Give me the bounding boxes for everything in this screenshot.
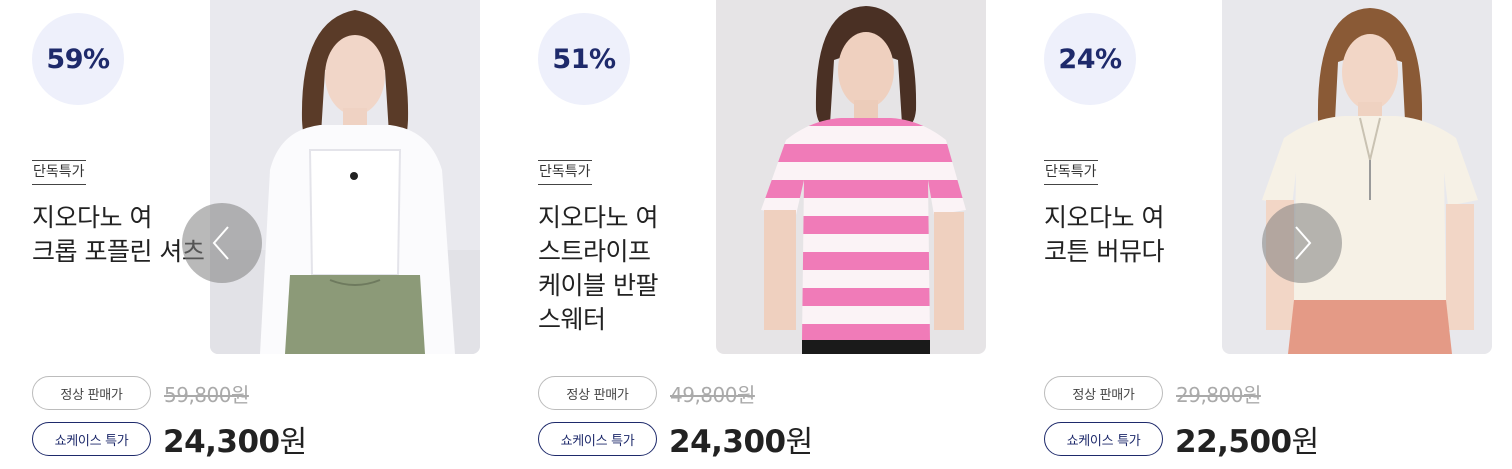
sale-price: 24,300원 (669, 417, 813, 461)
exclusive-tag: 단독특가 (538, 160, 592, 185)
sale-price-value: 24,300 (669, 424, 786, 460)
product-title-line: 지오다노 여 (538, 203, 658, 232)
sale-price-value: 24,300 (163, 424, 280, 460)
product-image[interactable] (716, 0, 986, 354)
special-price-row: 쇼케이스 특가 24,300원 (538, 422, 813, 460)
special-price-label: 쇼케이스 특가 (32, 422, 151, 456)
sale-price-value: 22,500 (1175, 424, 1292, 460)
sale-price: 22,500원 (1175, 417, 1319, 461)
special-price-row: 쇼케이스 특가 22,500원 (1044, 422, 1319, 460)
product-title[interactable]: 지오다노 여 스트라이프 케이블 반팔 스웨터 (538, 201, 728, 337)
regular-price-row: 정상 판매가 49,800원 (538, 376, 755, 410)
special-price-label: 쇼케이스 특가 (1044, 422, 1163, 456)
carousel-next-button[interactable] (1262, 203, 1342, 283)
sale-price: 24,300원 (163, 417, 307, 461)
regular-price-label: 정상 판매가 (538, 376, 657, 410)
discount-badge: 59% (32, 13, 124, 105)
regular-price: 59,800원 (164, 382, 249, 407)
product-title[interactable]: 지오다노 여 코튼 버뮤다 (1044, 201, 1234, 269)
product-title-line: 케이블 반팔 (538, 271, 658, 300)
product-title-line: 지오다노 여 (1044, 203, 1164, 232)
regular-price: 29,800원 (1176, 382, 1261, 407)
product-title-line: 스웨터 (538, 305, 606, 334)
product-card[interactable]: 59% 단독특가 지오다노 여 크롭 포플린 셔츠 정상 판매가 59,800원… (32, 0, 492, 469)
currency-unit: 원 (279, 425, 308, 460)
exclusive-tag: 단독특가 (32, 160, 86, 185)
regular-price-row: 정상 판매가 59,800원 (32, 376, 249, 410)
regular-price: 49,800원 (670, 382, 755, 407)
discount-badge: 24% (1044, 13, 1136, 105)
special-price-label: 쇼케이스 특가 (538, 422, 657, 456)
product-title-line: 스트라이프 (538, 237, 651, 266)
regular-price-label: 정상 판매가 (32, 376, 151, 410)
product-carousel: 59% 단독특가 지오다노 여 크롭 포플린 셔츠 정상 판매가 59,800원… (0, 0, 1512, 469)
currency-unit: 원 (1291, 425, 1320, 460)
regular-price-row: 정상 판매가 29,800원 (1044, 376, 1261, 410)
product-image[interactable] (210, 0, 480, 354)
carousel-prev-button[interactable] (182, 203, 262, 283)
currency-unit: 원 (785, 425, 814, 460)
product-title-line: 코튼 버뮤다 (1044, 237, 1164, 266)
special-price-row: 쇼케이스 특가 24,300원 (32, 422, 307, 460)
regular-price-label: 정상 판매가 (1044, 376, 1163, 410)
chevron-left-icon (212, 226, 229, 260)
product-card[interactable]: 51% 단독특가 지오다노 여 스트라이프 케이블 반팔 스웨터 정상 판매가 … (538, 0, 998, 469)
discount-badge: 51% (538, 13, 630, 105)
exclusive-tag: 단독특가 (1044, 160, 1098, 185)
product-image[interactable] (1222, 0, 1492, 354)
chevron-right-icon (1295, 226, 1312, 260)
